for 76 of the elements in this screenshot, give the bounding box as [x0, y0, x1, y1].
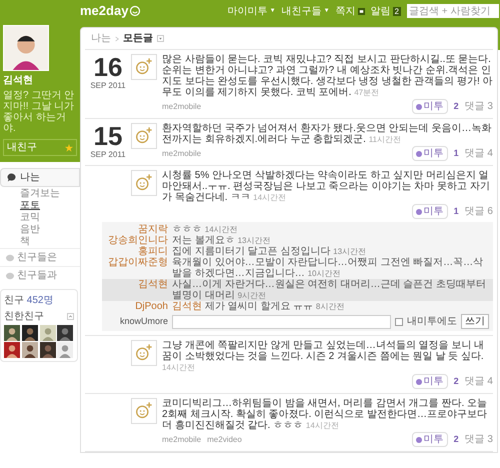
profile-status: 열정? 그딴거 안지마!! 그날 니가 좋아서 하는거야.: [3, 90, 76, 134]
comment-user: knowUmore: [118, 314, 168, 328]
comment-author[interactable]: 꿈지락: [106, 224, 168, 235]
close-friends-label: 친한친구: [4, 310, 44, 324]
comment-author[interactable]: 홍피디: [106, 246, 168, 257]
metoo-button[interactable]: 미투: [412, 204, 448, 219]
comment-text: 육개월이 있어야…모발이 자란답니다…어쨌피 그전엔 빠질저…꼭…삭발을 하겠다면…지금입니다… 10시간전: [172, 257, 484, 279]
comments-link[interactable]: 댓글 3: [464, 99, 493, 114]
date-month-year: SEP 2011: [90, 80, 126, 92]
metoo-count: 2: [454, 374, 459, 388]
comment-text: 사실…이게 자란거다…원실은 여전히 대머리…근데 슬픈건 초딩때부터 별명이 대머리 9시간전: [172, 279, 487, 301]
nav-item[interactable]: 책: [0, 236, 80, 247]
logo[interactable]: me2day: [80, 1, 142, 21]
metoo-button[interactable]: 미투: [412, 432, 448, 447]
breadcrumb-root[interactable]: 나는: [91, 31, 111, 46]
smiley-plus-icon: [131, 340, 157, 366]
post-text: 많은 사람들이 묻는다. 코빅 재밌냐고? 직접 보시고 판단하시길..또 묻는다. 순위는 변한거 아니냐고? 과연 그럴까? 내 예상조차 빗나간 순위.객석은 인지도 보다는 완성도를 우선시했다. 생각보다 냉정 냉철한 관객들의 평가! 아무도 이의를 제기하지 못했다. 코빅 포에버. 47분전: [162, 54, 493, 98]
metoo-count: 1: [454, 204, 459, 218]
nav-item[interactable]: 즐겨보는: [0, 188, 80, 199]
comment-author[interactable]: 갑갑이짜준형: [106, 257, 168, 279]
checkbox-label: 내미투에도: [407, 315, 457, 329]
envelope-icon: [358, 8, 365, 14]
nav-link[interactable]: 친구들은: [17, 250, 57, 265]
collapse-icon[interactable]: [67, 313, 74, 320]
nav-item[interactable]: 포토: [0, 200, 80, 211]
submit-button[interactable]: 쓰기: [461, 314, 489, 329]
nav-item[interactable]: 음반: [0, 224, 80, 235]
metoo-button[interactable]: 미투: [412, 99, 448, 114]
comment-text: 김석현 제가 열씨미 할게요 ㅠㅠ 8시간전: [172, 301, 346, 312]
comment-author[interactable]: 강송희인니다: [106, 235, 168, 246]
post-text: 코미디빅리그…하위팀들이 밤을 새면서, 머리를 감면서 개그를 짠다. 오늘 2회째 체크시작. 확실히 좋아졌다. 이런식으로 발전한다면…프로야구보다 더 흥미진진해질것 같다. ㅎㅎㅎ 14시간전: [162, 398, 488, 431]
smiley-plus-icon: [131, 54, 157, 80]
comment-author[interactable]: 김석현: [106, 279, 168, 301]
comments-link[interactable]: 댓글 3: [464, 432, 493, 447]
date-day: 15: [94, 123, 122, 149]
post-text: 그냥 개콘에 쪽팔리지만 않게 만들고 싶었는데…녀석들의 열정을 보니 내 꿈이 소박했었다는 것을 느낀다. 시즌 2 겨울시즌 쯤에는 뭔일 날 듯 싶다. 14시간전: [162, 340, 486, 373]
dropdown-icon[interactable]: [157, 35, 164, 42]
source-link[interactable]: me2mobile: [162, 100, 202, 112]
nav-link[interactable]: 친구들과: [17, 268, 57, 283]
source-link[interactable]: me2mobile: [162, 434, 202, 446]
date-month-year: SEP 2011: [90, 149, 126, 161]
nav-item[interactable]: 코믹: [0, 212, 80, 223]
search-field[interactable]: 글검색 + 사람찾기: [407, 4, 499, 18]
menu-item[interactable]: 쪽지: [336, 4, 365, 18]
nav-title: 나는: [20, 171, 40, 185]
menu-item[interactable]: 알림 2: [370, 4, 401, 18]
source-link[interactable]: me2mobile: [162, 148, 202, 160]
post-text: 환자역할하던 국주가 넘어져서 환자가 됐다.웃으면 안되는데 웃음이…녹화전까지는 회유하겠지.에러다 누군 충합되겠군. 11시간전: [162, 123, 492, 145]
metoo-count: 2: [454, 432, 459, 446]
nav-header[interactable]: 나는: [0, 168, 80, 187]
metoo-button[interactable]: 미투: [412, 146, 448, 161]
metoo-checkbox[interactable]: [395, 318, 403, 326]
comment-text: 집에 지름미터기 달고픈 심정입니다 13시간전: [172, 246, 368, 257]
comment-text: 저는 볼게요ㅎ 13시간전: [172, 235, 272, 246]
metoo-count: 1: [454, 146, 459, 160]
source-link[interactable]: me2video: [207, 434, 242, 446]
comment-input[interactable]: [172, 314, 391, 328]
metoo-button[interactable]: 미투: [412, 374, 448, 389]
comment-text: ㅎㅎㅎ 14시간전: [172, 224, 239, 235]
comments-link[interactable]: 댓글 6: [464, 204, 493, 219]
chevron-icon: [115, 36, 119, 42]
comments-link[interactable]: 댓글 4: [464, 146, 493, 161]
date-day: 16: [94, 54, 122, 80]
smiley-plus-icon: [131, 170, 157, 196]
comments-link[interactable]: 댓글 4: [464, 374, 493, 389]
profile-name: 김석현: [3, 74, 34, 88]
post-text: 시청률 5% 안나오면 삭발하겠다는 약속이라도 하고 싶지만 머리심은지 얼마안돼서..ㅜㅠ. 편성국장님은 나보고 죽으라는 이야기는 차마 못하고 자기가 목숨건다네. ㅋㅋ 14시간전: [162, 170, 491, 203]
friends-count[interactable]: 친구 452명: [4, 293, 74, 308]
comment-author[interactable]: DjPooh: [106, 301, 168, 312]
smiley-plus-icon: [131, 398, 157, 424]
smiley-plus-icon: [131, 123, 157, 149]
smiley-icon: [129, 5, 142, 17]
star-icon: [65, 144, 73, 152]
breadcrumb-current: 모든글: [123, 32, 153, 46]
friend-button[interactable]: 내친구: [3, 139, 77, 156]
metoo-count: 2: [454, 100, 459, 113]
